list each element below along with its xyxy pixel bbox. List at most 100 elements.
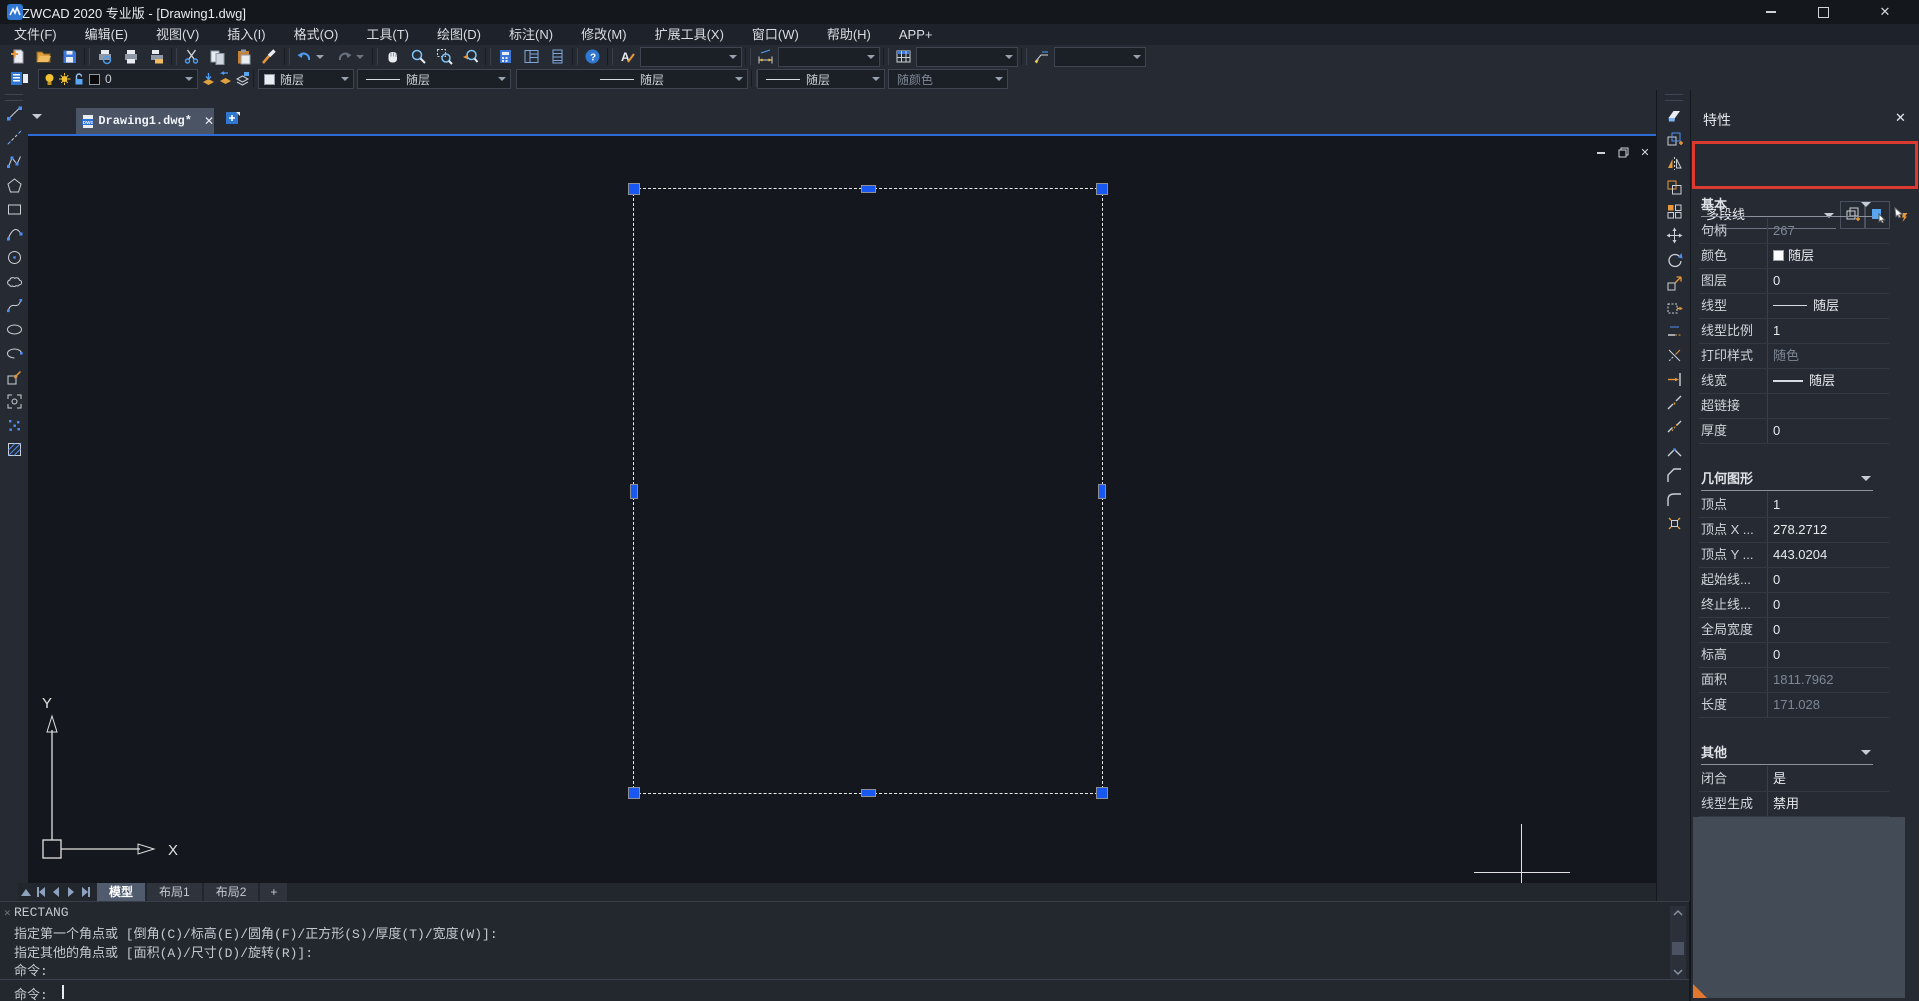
make-block-button[interactable] xyxy=(2,390,26,412)
prop-value[interactable]: 是 xyxy=(1773,766,1786,791)
match-properties-button[interactable] xyxy=(257,46,281,67)
insert-block-button[interactable] xyxy=(2,366,26,388)
zoom-window-button[interactable] xyxy=(432,46,456,67)
prop-value[interactable]: 0 xyxy=(1773,592,1780,617)
new-document-tab-button[interactable] xyxy=(224,110,242,128)
point-button[interactable] xyxy=(2,414,26,436)
grip-top-left[interactable] xyxy=(628,183,640,195)
redo-dropdown-button[interactable] xyxy=(354,46,366,67)
drawing-canvas[interactable]: ✕ Y X xyxy=(28,136,1656,883)
linetype-display-combo[interactable]: 随层 xyxy=(757,69,885,89)
polyline-button[interactable] xyxy=(2,150,26,172)
quickcalc-button[interactable] xyxy=(493,46,517,67)
zoom-previous-button[interactable] xyxy=(458,46,482,67)
stretch-button[interactable] xyxy=(1662,296,1686,318)
properties-close-icon[interactable]: ✕ xyxy=(1895,110,1906,126)
line-button[interactable] xyxy=(2,102,26,124)
table-style-combo[interactable] xyxy=(916,47,1018,67)
trim-button[interactable] xyxy=(1662,344,1686,366)
help-button[interactable]: ? xyxy=(580,46,604,67)
plot-style-combo[interactable]: 随颜色 xyxy=(888,69,1008,89)
erase-button[interactable] xyxy=(1662,104,1686,126)
layout-next-button[interactable] xyxy=(63,884,78,900)
grip-right-mid[interactable] xyxy=(1098,484,1106,499)
polygon-button[interactable] xyxy=(2,174,26,196)
prop-value[interactable]: 0 xyxy=(1773,642,1780,667)
tab-layout1[interactable]: 布局1 xyxy=(147,883,202,901)
grip-top-mid[interactable] xyxy=(861,185,876,193)
menu-window[interactable]: 窗口(W) xyxy=(738,25,813,45)
dim-style-combo[interactable] xyxy=(778,47,880,67)
undo-button[interactable] xyxy=(292,46,316,67)
text-style-button[interactable]: A xyxy=(615,46,639,67)
menu-express[interactable]: 扩展工具(X) xyxy=(641,25,738,45)
tool-palettes-button[interactable] xyxy=(545,46,569,67)
save-button[interactable] xyxy=(57,46,81,67)
menu-tools[interactable]: 工具(T) xyxy=(352,25,423,45)
redo-button[interactable] xyxy=(332,46,356,67)
rectangle-button[interactable] xyxy=(2,198,26,220)
designcenter-button[interactable] xyxy=(519,46,543,67)
command-close-icon[interactable]: ✕ xyxy=(4,906,11,920)
chamfer-button[interactable] xyxy=(1662,464,1686,486)
prop-value[interactable]: 0 xyxy=(1773,268,1780,293)
zoom-realtime-button[interactable] xyxy=(406,46,430,67)
menu-file[interactable]: 文件(F) xyxy=(0,25,71,45)
paste-button[interactable] xyxy=(231,46,255,67)
fillet-button[interactable] xyxy=(1662,488,1686,510)
mdi-restore-button[interactable] xyxy=(1615,146,1631,159)
text-style-combo[interactable] xyxy=(640,47,742,67)
prop-value[interactable]: 1 xyxy=(1773,318,1780,343)
revcloud-button[interactable] xyxy=(2,270,26,292)
plot-button[interactable] xyxy=(118,46,142,67)
rotate-button[interactable] xyxy=(1662,248,1686,270)
tab-layout2[interactable]: 布局2 xyxy=(204,883,259,901)
section-other[interactable]: 其他 xyxy=(1701,742,1873,765)
section-geometry[interactable]: 几何图形 xyxy=(1701,468,1873,491)
arc-button[interactable] xyxy=(2,222,26,244)
dim-style-button[interactable] xyxy=(753,46,777,67)
ellipse-arc-button[interactable] xyxy=(2,342,26,364)
circle-button[interactable] xyxy=(2,246,26,268)
lengthen-button[interactable] xyxy=(1662,320,1686,342)
grip-top-right[interactable] xyxy=(1096,183,1108,195)
toggle-pickadd-button[interactable] xyxy=(1889,201,1912,227)
menu-insert[interactable]: 插入(I) xyxy=(213,25,279,45)
layout-prev-button[interactable] xyxy=(48,884,63,900)
prop-value[interactable]: 随层 xyxy=(1773,293,1839,318)
prop-value[interactable]: 0 xyxy=(1773,567,1780,592)
layout-up-button[interactable] xyxy=(18,884,33,900)
close-button[interactable]: ✕ xyxy=(1862,0,1908,24)
toolbar-grip[interactable] xyxy=(1665,94,1683,101)
mleader-style-combo[interactable] xyxy=(1054,47,1146,67)
extend-button[interactable] xyxy=(1662,368,1686,390)
scrollbar-thumb[interactable] xyxy=(1672,942,1684,955)
spline-button[interactable] xyxy=(2,294,26,316)
mirror-button[interactable] xyxy=(1662,152,1686,174)
prop-value[interactable]: 随层 xyxy=(1773,368,1835,393)
break-button[interactable] xyxy=(1662,416,1686,438)
cut-button[interactable] xyxy=(179,46,203,67)
section-basic[interactable]: 基本 xyxy=(1701,194,1873,217)
undo-dropdown-button[interactable] xyxy=(314,46,326,67)
menu-edit[interactable]: 编辑(E) xyxy=(71,25,142,45)
prop-value[interactable]: 随层 xyxy=(1773,243,1814,268)
menu-app-plus[interactable]: APP+ xyxy=(885,25,947,45)
menu-format[interactable]: 格式(O) xyxy=(280,25,353,45)
table-style-button[interactable] xyxy=(891,46,915,67)
open-button[interactable] xyxy=(31,46,55,67)
prop-value[interactable]: 0 xyxy=(1773,418,1780,443)
prop-value[interactable]: 443.0204 xyxy=(1773,542,1827,567)
minimize-button[interactable] xyxy=(1748,0,1794,24)
tab-list-dropdown-button[interactable] xyxy=(32,114,42,124)
layer-manager-button[interactable] xyxy=(5,68,33,89)
mleader-style-button[interactable] xyxy=(1029,46,1053,67)
publish-button[interactable] xyxy=(144,46,168,67)
xline-button[interactable] xyxy=(2,126,26,148)
prop-value[interactable]: 1 xyxy=(1773,492,1780,517)
new-button[interactable] xyxy=(5,46,29,67)
explode-button[interactable] xyxy=(1662,512,1686,534)
grip-left-mid[interactable] xyxy=(630,484,638,499)
selected-rectangle[interactable] xyxy=(633,188,1103,794)
copy-button[interactable] xyxy=(205,46,229,67)
